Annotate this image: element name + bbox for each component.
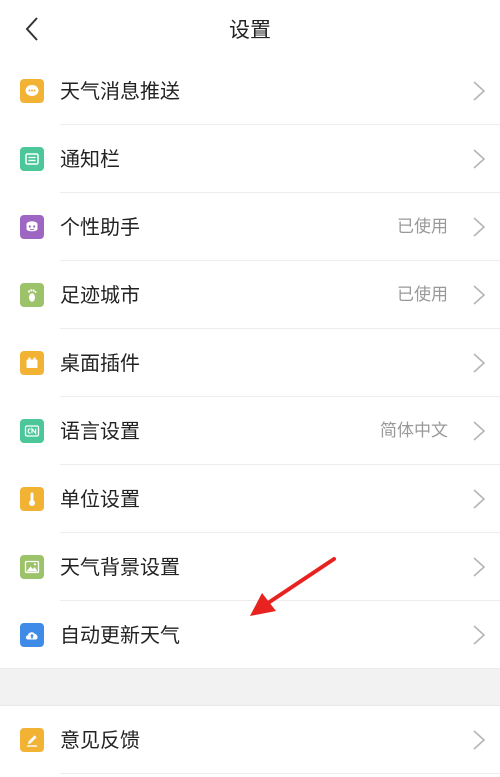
chevron-right-icon xyxy=(473,285,486,305)
message-bubble-icon xyxy=(20,79,44,103)
settings-item-label: 自动更新天气 xyxy=(60,623,180,647)
chevron-right-icon xyxy=(473,625,486,645)
settings-item-label: 通知栏 xyxy=(60,147,120,171)
chevron-right-icon xyxy=(473,730,486,750)
settings-item-language[interactable]: 语言设置 简体中文 xyxy=(0,397,500,465)
settings-item-label: 个性助手 xyxy=(60,215,140,239)
widget-icon xyxy=(20,351,44,375)
settings-item-label: 天气背景设置 xyxy=(60,555,180,579)
settings-item-label: 桌面插件 xyxy=(60,351,140,375)
settings-item-desktop-widget[interactable]: 桌面插件 xyxy=(0,329,500,397)
settings-item-label: 单位设置 xyxy=(60,487,140,511)
cloud-upload-icon xyxy=(20,623,44,647)
chevron-right-icon xyxy=(473,489,486,509)
chevron-right-icon xyxy=(473,81,486,101)
settings-item-units[interactable]: 单位设置 xyxy=(0,465,500,533)
page-title: 设置 xyxy=(229,18,271,42)
settings-item-feedback[interactable]: 意见反馈 xyxy=(0,706,500,774)
settings-item-auto-update-weather[interactable]: 自动更新天气 xyxy=(0,601,500,669)
chevron-right-icon xyxy=(473,421,486,441)
chevron-right-icon xyxy=(473,353,486,373)
settings-item-label: 意见反馈 xyxy=(60,728,140,752)
divider xyxy=(60,773,500,774)
settings-item-weather-background[interactable]: 天气背景设置 xyxy=(0,533,500,601)
footprint-icon xyxy=(20,283,44,307)
chevron-right-icon xyxy=(473,217,486,237)
settings-item-footprint-cities[interactable]: 足迹城市 已使用 xyxy=(0,261,500,329)
settings-item-label: 天气消息推送 xyxy=(60,79,180,103)
pencil-icon xyxy=(20,728,44,752)
image-landscape-icon xyxy=(20,555,44,579)
settings-item-personal-assistant[interactable]: 个性助手 已使用 xyxy=(0,193,500,261)
assistant-face-icon xyxy=(20,215,44,239)
settings-item-notification-bar[interactable]: 通知栏 xyxy=(0,125,500,193)
top-bar: 设置 xyxy=(0,0,500,59)
thermometer-icon xyxy=(20,487,44,511)
chevron-right-icon xyxy=(473,149,486,169)
language-cn-icon xyxy=(20,419,44,443)
settings-item-status: 已使用 xyxy=(397,285,448,305)
section-gap xyxy=(0,669,500,706)
settings-item-label: 足迹城市 xyxy=(60,283,140,307)
settings-item-status: 已使用 xyxy=(397,217,448,237)
settings-item-weather-push[interactable]: 天气消息推送 xyxy=(0,57,500,125)
settings-item-status: 简体中文 xyxy=(380,421,448,441)
chevron-right-icon xyxy=(473,557,486,577)
settings-item-label: 语言设置 xyxy=(60,419,140,443)
notification-bar-icon xyxy=(20,147,44,171)
